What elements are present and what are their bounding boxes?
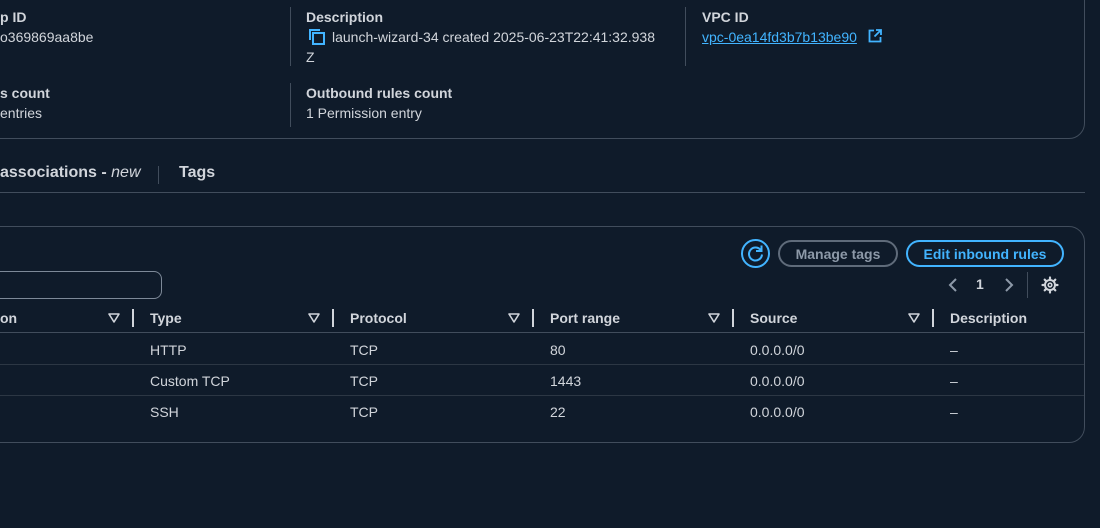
security-group-page: p ID o369869aa8be Description launch-wiz… [0,0,1100,528]
details-panel [0,0,1085,139]
column-resizer[interactable] [132,309,134,327]
refresh-icon [748,245,763,262]
cell-description: – [950,342,958,358]
refresh-button[interactable] [741,239,770,268]
current-page-number[interactable]: 1 [976,276,984,292]
column-resizer[interactable] [332,309,334,327]
description-value-wrap: Z [306,49,315,65]
outbound-rules-count-label: Outbound rules count [306,85,453,101]
pager-divider [1027,272,1028,298]
column-header-port-range[interactable]: Port range [550,310,620,326]
cell-protocol: TCP [350,342,378,358]
filter-caret-icon[interactable] [308,312,320,324]
inbound-rules-count-value: entries [0,105,43,121]
column-header-description[interactable]: Description [950,310,1027,326]
outbound-rules-count-value: 1 Permission entry [306,105,422,121]
cell-type: HTTP [150,342,187,358]
cell-protocol: TCP [350,373,378,389]
vpc-id-label: VPC ID [702,9,749,25]
cell-source: 0.0.0.0/0 [750,404,805,420]
cell-port-range: 80 [550,342,566,358]
cell-type: SSH [150,404,179,420]
cell-description: – [950,373,958,389]
tabs-bar: associations - new Tags [0,157,1085,193]
cell-source: 0.0.0.0/0 [750,373,805,389]
row-divider [0,364,1084,365]
edit-inbound-rules-button[interactable]: Edit inbound rules [906,240,1064,267]
filter-caret-icon[interactable] [108,312,120,324]
cell-port-range: 1443 [550,373,582,389]
cell-port-range: 22 [550,404,566,420]
tab-tags[interactable]: Tags [179,164,215,182]
cell-source: 0.0.0.0/0 [750,342,805,358]
chevron-left-icon[interactable] [947,276,959,294]
column-divider [290,83,291,127]
cell-type: Custom TCP [150,373,230,389]
vpc-id-link[interactable]: vpc-0ea14fd3b7b13be90 [702,29,857,45]
filter-caret-icon[interactable] [908,312,920,324]
copy-icon[interactable] [308,28,326,46]
filter-caret-icon[interactable] [508,312,520,324]
column-header-security-group-rule-id[interactable]: on [0,310,17,326]
tab-separator [158,166,159,184]
external-link-icon[interactable] [868,29,882,43]
tab-vpc-associations[interactable]: associations - new [0,164,141,182]
column-divider [290,7,291,66]
cell-protocol: TCP [350,404,378,420]
filter-caret-icon[interactable] [708,312,720,324]
manage-tags-button[interactable]: Manage tags [778,240,898,267]
column-resizer[interactable] [532,309,534,327]
column-header-protocol[interactable]: Protocol [350,310,407,326]
column-resizer[interactable] [732,309,734,327]
row-divider [0,395,1084,396]
table-header-divider [0,332,1084,333]
settings-gear-icon[interactable] [1041,276,1059,294]
description-value: launch-wizard-34 created 2025-06-23T22:4… [332,29,655,45]
column-header-type[interactable]: Type [150,310,182,326]
filter-rules-input[interactable] [0,271,162,299]
column-resizer[interactable] [932,309,934,327]
group-id-value: o369869aa8be [0,29,94,45]
chevron-right-icon[interactable] [1003,276,1015,294]
group-id-label: p ID [0,9,27,25]
description-label: Description [306,9,384,25]
column-divider [685,7,686,66]
column-header-source[interactable]: Source [750,310,797,326]
inbound-rules-count-label: s count [0,85,50,101]
cell-description: – [950,404,958,420]
